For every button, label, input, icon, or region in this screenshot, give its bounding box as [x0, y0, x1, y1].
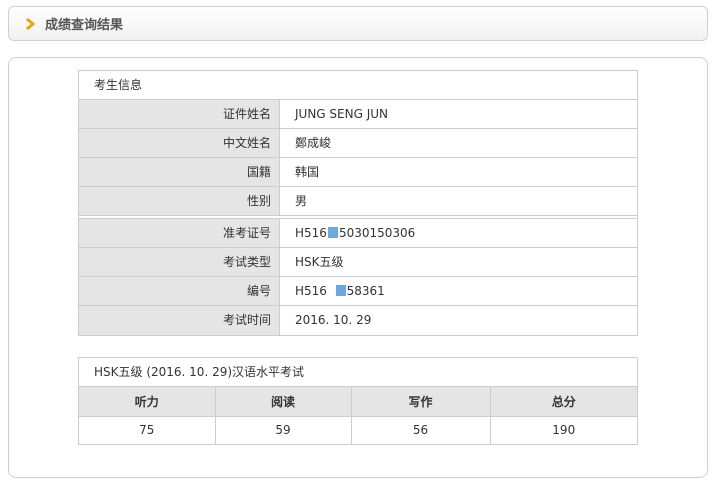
admission-number-prefix: H516: [295, 226, 327, 240]
score-header-listening: 听力: [79, 387, 216, 417]
page-title: 成绩查询结果: [45, 18, 124, 33]
score-header-reading: 阅读: [215, 387, 352, 417]
info-value: 韩国: [295, 165, 320, 179]
info-row-chinese-name: 中文姓名 鄭成峻: [79, 129, 637, 158]
score-header-writing: 写作: [351, 387, 491, 417]
score-reading: 59: [215, 416, 352, 444]
score-table: 听力 阅读 写作 总分 75 59 56 190: [79, 387, 637, 444]
score-title: HSK五级 (2016. 10. 29)汉语水平考试: [79, 358, 637, 387]
info-row-gender: 性别 男: [79, 187, 637, 216]
info-value: JUNG SENG JUN: [295, 107, 388, 121]
chevron-right-icon: [23, 17, 37, 31]
info-label: 国籍: [79, 158, 280, 186]
info-label: 考试时间: [79, 306, 280, 335]
info-value: 鄭成峻: [295, 136, 332, 150]
score-listening: 75: [79, 416, 216, 444]
info-label: 性别: [79, 187, 280, 215]
info-row-admission-number: 准考证号 H516 5030150306: [79, 219, 637, 248]
candidate-info-title: 考生信息: [79, 71, 637, 100]
info-label: 考试类型: [79, 248, 280, 276]
info-value: H516 58361: [280, 277, 637, 305]
admission-number-suffix: 5030150306: [338, 226, 416, 240]
info-value: HSK五级: [295, 255, 344, 269]
serial-number-prefix: H516: [295, 284, 327, 298]
redaction-mark: [327, 227, 338, 238]
info-label: 证件姓名: [79, 100, 280, 128]
result-panel: 考生信息 证件姓名 JUNG SENG JUN 中文姓名 鄭成峻 国籍 韩国 性…: [8, 57, 708, 478]
info-value: H516 5030150306: [280, 219, 637, 247]
page-header: 成绩查询结果: [8, 6, 708, 41]
info-label: 编号: [79, 277, 280, 305]
redaction-mark: [335, 285, 346, 296]
info-row-serial-number: 编号 H516 58361: [79, 277, 637, 306]
info-value: 2016. 10. 29: [295, 313, 372, 327]
info-row-nationality: 国籍 韩国: [79, 158, 637, 187]
serial-number-suffix: 58361: [346, 284, 385, 298]
info-row-exam-date: 考试时间 2016. 10. 29: [79, 306, 637, 335]
info-row-exam-type: 考试类型 HSK五级: [79, 248, 637, 277]
info-label: 准考证号: [79, 219, 280, 247]
score-header-row: 听力 阅读 写作 总分: [79, 387, 637, 417]
score-header-total: 总分: [490, 387, 637, 417]
score-total: 190: [552, 423, 576, 438]
score-value-row: 75 59 56 190: [79, 416, 637, 444]
info-row-id-name: 证件姓名 JUNG SENG JUN: [79, 100, 637, 129]
score-writing: 56: [351, 416, 491, 444]
candidate-info-card: 考生信息 证件姓名 JUNG SENG JUN 中文姓名 鄭成峻 国籍 韩国 性…: [78, 70, 638, 336]
score-card: HSK五级 (2016. 10. 29)汉语水平考试 听力 阅读 写作 总分 7…: [78, 357, 638, 445]
info-value: 男: [295, 194, 308, 208]
info-label: 中文姓名: [79, 129, 280, 157]
